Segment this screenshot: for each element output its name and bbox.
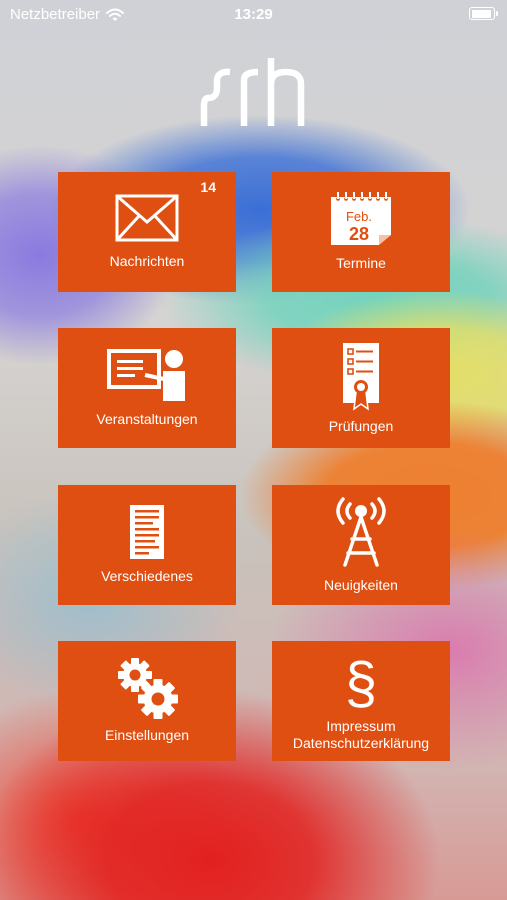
tile-neuigkeiten[interactable]: Neuigkeiten [272, 485, 450, 605]
tile-einstellungen[interactable]: Einstellungen [58, 641, 236, 761]
status-time: 13:29 [234, 6, 273, 23]
paragraph-icon: § [345, 653, 377, 715]
tile-label-line2: Datenschutzerklärung [292, 735, 430, 751]
unread-badge: 14 [200, 179, 216, 195]
document-icon [130, 505, 164, 559]
tile-impressum[interactable]: § Impressum Datenschutzerklärung [272, 641, 450, 761]
tile-label: Einstellungen [104, 727, 190, 743]
srh-logo [200, 58, 305, 126]
antenna-icon [336, 497, 386, 567]
calendar-month: Feb. [346, 209, 372, 224]
gears-icon [118, 658, 178, 719]
calendar-icon: Feb. 28 [331, 192, 391, 245]
calendar-day: 28 [349, 224, 369, 244]
certificate-icon [343, 343, 379, 411]
battery-icon [469, 7, 498, 20]
tile-label-line1: Impressum [326, 718, 396, 734]
tile-termine[interactable]: Feb. 28 Termine [272, 172, 450, 292]
tile-veranstaltungen[interactable]: Veranstaltungen [58, 328, 236, 448]
tile-label: Verschiedenes [101, 568, 193, 584]
envelope-icon [115, 194, 179, 242]
tile-label: Veranstaltungen [96, 411, 198, 427]
tile-pruefungen[interactable]: Prüfungen [272, 328, 450, 448]
tile-label: Nachrichten [109, 253, 185, 269]
tile-verschiedenes[interactable]: Verschiedenes [58, 485, 236, 605]
svg-text:§: § [345, 653, 377, 715]
tile-label: Neuigkeiten [324, 577, 398, 593]
tile-label: Termine [336, 255, 386, 271]
tile-label: Impressum Datenschutzerklärung [272, 718, 450, 752]
status-bar: Netzbetreiber 13:29 [0, 0, 507, 30]
presentation-icon [107, 349, 185, 401]
home-screen: Netzbetreiber 13:29 14 Nachrichten Feb. … [0, 0, 507, 900]
tile-nachrichten[interactable]: 14 Nachrichten [58, 172, 236, 292]
battery-level [471, 9, 491, 18]
tile-label: Prüfungen [328, 418, 394, 434]
